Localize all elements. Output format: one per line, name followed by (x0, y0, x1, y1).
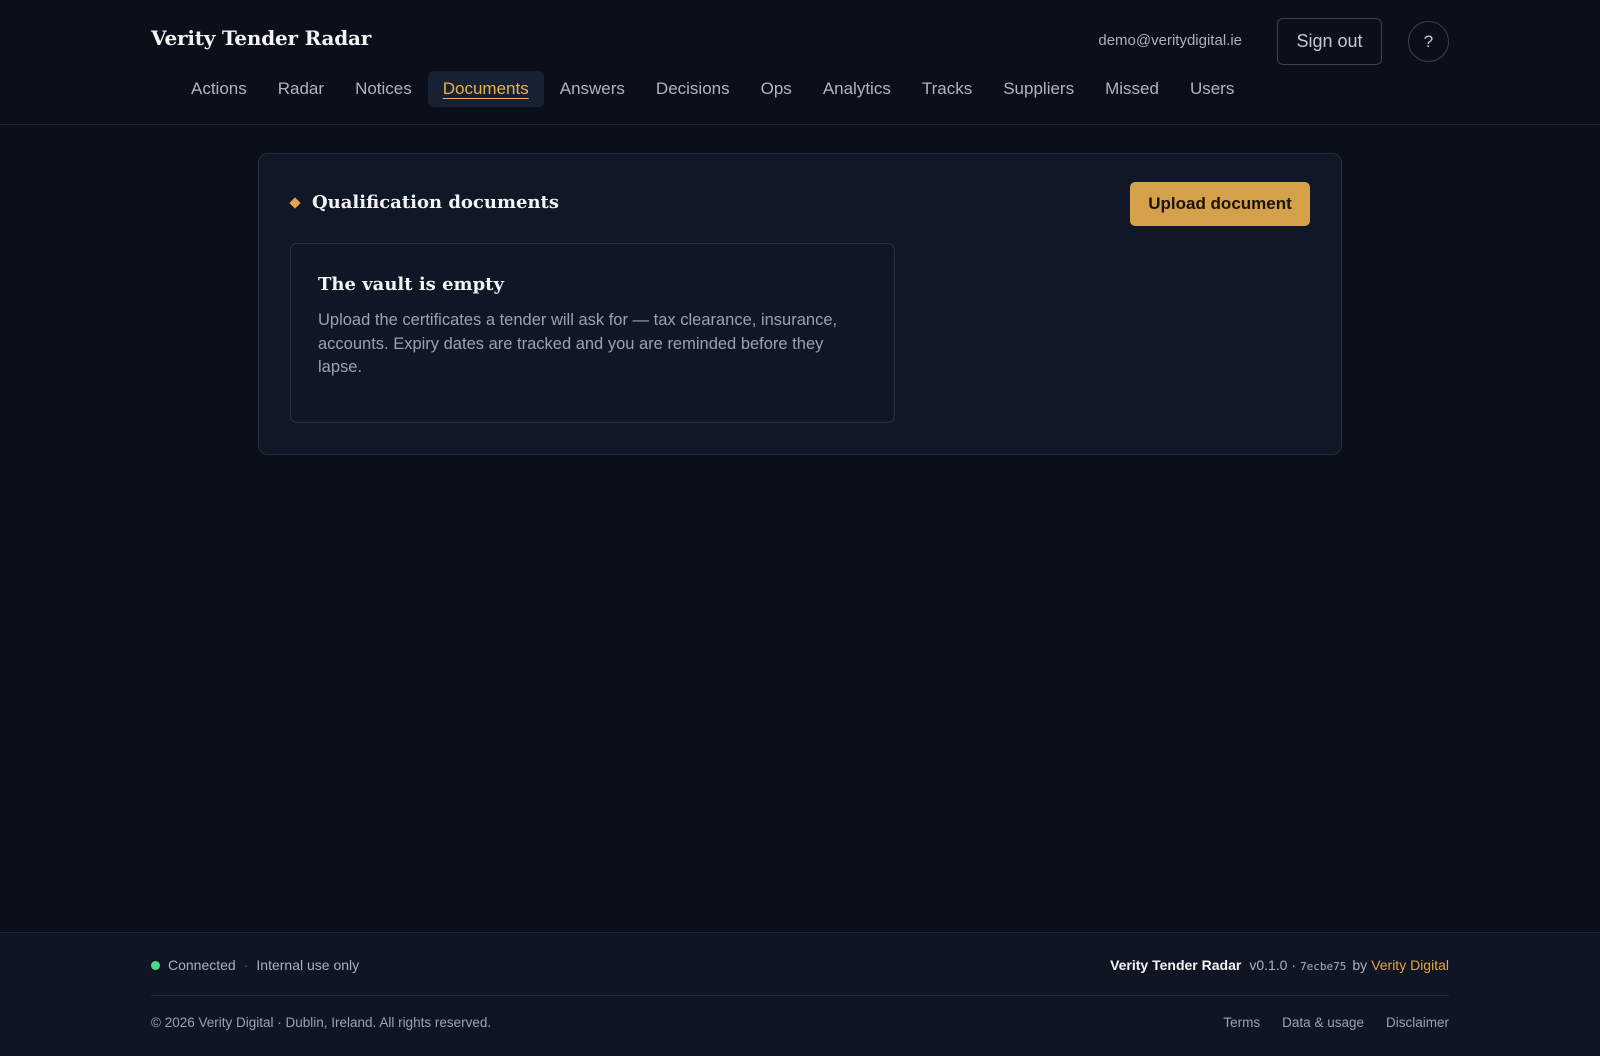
documents-card: Qualification documents Upload document … (258, 153, 1342, 455)
empty-state-title: The vault is empty (318, 274, 504, 295)
status-dot-icon (151, 960, 160, 970)
upload-document-button[interactable]: Upload document (1130, 182, 1310, 226)
empty-state-text: Upload the certificates a tender will as… (318, 311, 838, 376)
nav-item-documents[interactable]: Documents (427, 71, 544, 107)
nav-item-analytics[interactable]: Analytics (808, 71, 906, 107)
nav-item-missed[interactable]: Missed (1090, 71, 1174, 107)
help-icon: ? (1423, 31, 1434, 51)
separator: · (243, 957, 249, 973)
scope-text: Internal use only (256, 957, 360, 973)
app-footer: Connected · Internal use only Verity Ten… (0, 932, 1600, 1056)
footer-link-disclaimer[interactable]: Disclaimer (1386, 1015, 1449, 1030)
commit-hash: 7ecbe75 (1300, 960, 1347, 973)
user-email: demo@veritydigital.ie (1098, 32, 1242, 49)
footer-app-name: Verity Tender Radar (1110, 957, 1242, 973)
app-header: Verity Tender Radar demo@veritydigital.i… (0, 0, 1600, 125)
nav-item-radar[interactable]: Radar (263, 71, 339, 107)
nav-item-decisions[interactable]: Decisions (641, 71, 745, 107)
copyright: © 2026 Verity Digital · Dublin, Ireland.… (151, 1015, 492, 1030)
nav-item-actions[interactable]: Actions (176, 71, 262, 107)
main-nav: Actions Radar Notices Documents Answers … (176, 71, 1250, 107)
nav-item-answers[interactable]: Answers (545, 71, 640, 107)
status-text: Connected (168, 957, 236, 973)
page: Verity Tender Radar demo@veritydigital.i… (0, 0, 1600, 1056)
card-title: Qualification documents (289, 192, 559, 213)
nav-item-ops[interactable]: Ops (746, 71, 807, 107)
page-title: Qualification documents (312, 192, 559, 213)
connection-status: Connected · Internal use only (151, 957, 359, 973)
app-brand[interactable]: Verity Tender Radar (151, 26, 371, 50)
help-button[interactable]: ? (1408, 21, 1449, 62)
footer-link-terms[interactable]: Terms (1223, 1015, 1260, 1030)
empty-state: The vault is empty Upload the certificat… (290, 243, 895, 423)
nav-item-suppliers[interactable]: Suppliers (988, 71, 1089, 107)
vendor-link[interactable]: Verity Digital (1371, 957, 1449, 973)
nav-item-notices[interactable]: Notices (340, 71, 427, 107)
footer-divider (151, 995, 1449, 996)
footer-link-data-usage[interactable]: Data & usage (1282, 1015, 1364, 1030)
footer-links: Terms Data & usage Disclaimer (1201, 1015, 1449, 1030)
diamond-icon (289, 196, 301, 209)
nav-item-users[interactable]: Users (1175, 71, 1249, 107)
version-number: v0.1.0 · (1249, 957, 1297, 973)
version-info: Verity Tender Radar v0.1.0 · 7ecbe75 by … (1110, 957, 1449, 973)
sign-out-button[interactable]: Sign out (1277, 18, 1382, 65)
nav-item-tracks[interactable]: Tracks (907, 71, 987, 107)
by-text: by (1352, 957, 1368, 973)
